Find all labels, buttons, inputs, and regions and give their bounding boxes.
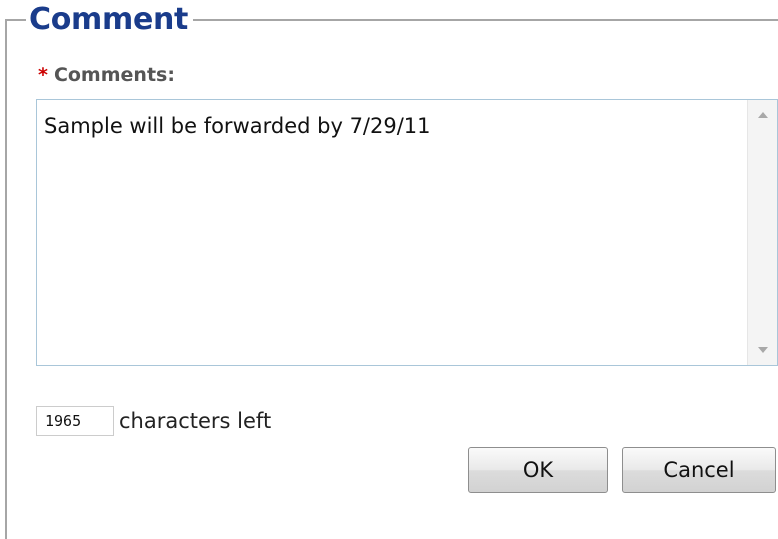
comments-textarea[interactable]: Sample will be forwarded by 7/29/11: [36, 99, 778, 366]
cancel-button[interactable]: Cancel: [622, 447, 776, 493]
required-marker: *: [38, 64, 48, 86]
scroll-up-arrow-icon[interactable]: [748, 104, 777, 126]
comments-textarea-value: Sample will be forwarded by 7/29/11: [44, 114, 431, 138]
comments-label-text: Comments:: [53, 64, 175, 86]
character-counter-row: 1965 characters left: [36, 404, 271, 438]
textarea-scrollbar[interactable]: [747, 100, 777, 365]
scroll-down-arrow-icon[interactable]: [748, 339, 777, 361]
comments-label: * Comments:: [38, 62, 175, 88]
ok-button[interactable]: OK: [468, 447, 608, 493]
characters-left-label: characters left: [119, 409, 272, 433]
fieldset-legend: Comment: [26, 0, 194, 40]
characters-left-count: 1965: [36, 406, 114, 436]
